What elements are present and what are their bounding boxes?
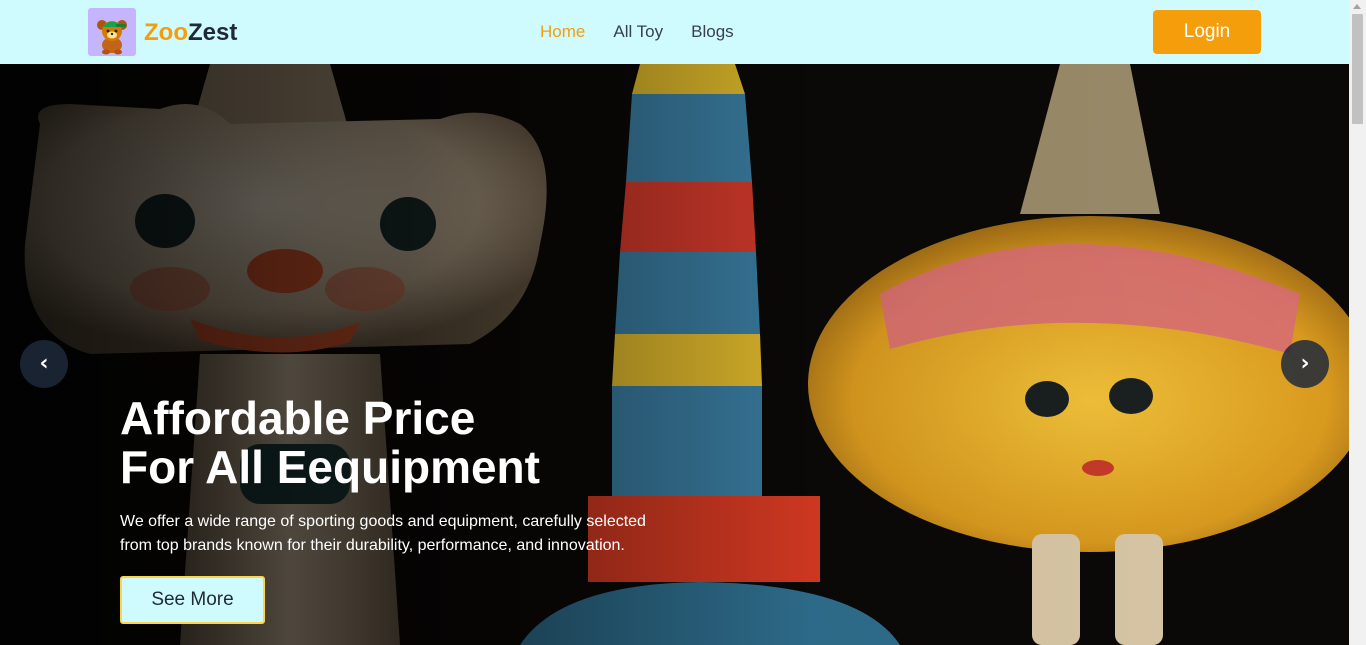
nav-link-blogs[interactable]: Blogs — [691, 21, 734, 43]
nav-link-all-toy[interactable]: All Toy — [613, 21, 663, 43]
navbar: ZooZest Home All Toy Blogs Login — [0, 0, 1349, 64]
chevron-right-icon[interactable]: › — [1281, 340, 1329, 388]
see-more-button[interactable]: See More — [120, 576, 265, 624]
scrollbar-thumb[interactable] — [1352, 14, 1363, 124]
page: ZooZest Home All Toy Blogs Login Afforda… — [0, 0, 1366, 645]
scroll-up-icon[interactable] — [1353, 4, 1361, 9]
hero-title-line1: Affordable Price — [120, 392, 476, 444]
hero-title: Affordable Price For All Eequipment — [120, 394, 540, 492]
brand-name-part1: Zoo — [144, 19, 188, 46]
chevron-left-icon[interactable]: ‹ — [20, 340, 68, 388]
hero-description: We offer a wide range of sporting goods … — [120, 513, 646, 554]
nav-link-home[interactable]: Home — [540, 21, 585, 43]
hero-carousel: Affordable Price For All Eequipment We o… — [0, 64, 1349, 645]
brand-name[interactable]: ZooZest — [144, 18, 237, 48]
nav-links: Home All Toy Blogs — [540, 21, 734, 43]
scrollbar[interactable] — [1349, 0, 1366, 645]
teddy-bear-icon[interactable] — [88, 8, 136, 56]
login-button[interactable]: Login — [1153, 10, 1261, 54]
brand-name-part2: Zest — [187, 19, 238, 46]
hero-title-line2: For All Eequipment — [120, 441, 540, 493]
